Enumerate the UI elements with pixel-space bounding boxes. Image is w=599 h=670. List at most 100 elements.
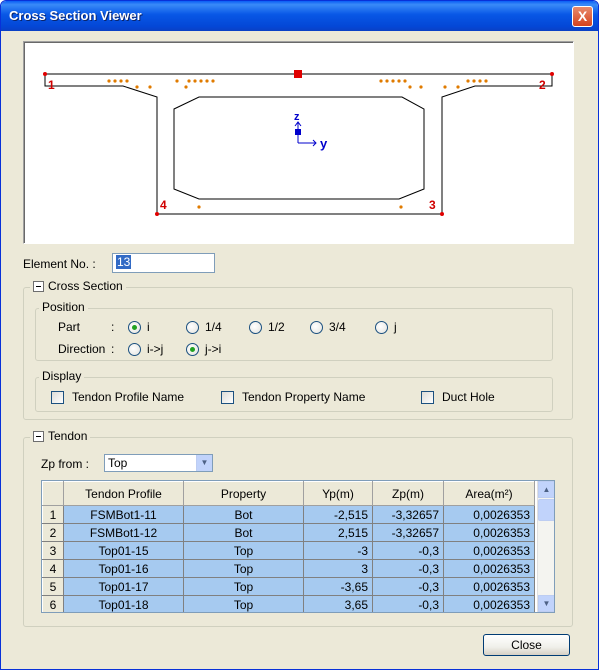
direction-label: Direction xyxy=(58,342,106,356)
part-radio-i[interactable] xyxy=(128,321,141,334)
row-number[interactable]: 5 xyxy=(42,577,64,596)
column-header-zp[interactable]: Zp(m) xyxy=(372,481,444,506)
zp-from-select[interactable]: Top ▼ xyxy=(104,454,213,472)
cross-section-group: Cross Section Position Part : i 1/4 1/2 … xyxy=(23,279,573,420)
close-window-icon[interactable]: X xyxy=(572,6,593,27)
cell-area[interactable]: 0,0026353 xyxy=(443,577,535,596)
collapse-icon[interactable] xyxy=(33,280,44,292)
cell-yp[interactable]: 2,515 xyxy=(303,523,373,542)
cell-tendon-profile[interactable]: Top01-17 xyxy=(63,577,184,596)
position-group: Position Part : i 1/4 1/2 3/4 j Directio… xyxy=(35,300,553,361)
scroll-down-icon[interactable]: ▼ xyxy=(538,595,554,612)
cell-area[interactable]: 0,0026353 xyxy=(443,595,535,612)
element-no-input[interactable]: 13 xyxy=(112,253,215,273)
cell-zp[interactable]: -3,32657 xyxy=(372,523,444,542)
display-title: Display xyxy=(42,369,82,383)
display-header: Display xyxy=(39,369,85,383)
part-option-quarter[interactable]: 1/4 xyxy=(205,320,222,334)
table-row[interactable]: 1 FSMBot1-11 Bot -2,515 -3,32657 0,00263… xyxy=(42,505,535,524)
part-option-three-quarter[interactable]: 3/4 xyxy=(329,320,346,334)
tendon-group-top-left xyxy=(107,79,215,89)
node-marker xyxy=(550,72,554,76)
zp-from-label: Zp from : xyxy=(41,457,90,471)
cell-property[interactable]: Bot xyxy=(183,505,304,524)
chevron-down-icon[interactable]: ▼ xyxy=(196,455,212,471)
part-radio-three-quarter[interactable] xyxy=(310,321,323,334)
table-row[interactable]: 3 Top01-15 Top -3 -0,3 0,0026353 xyxy=(42,541,535,560)
dialog-body: 1 2 3 4 z y Element No. : 13 Cross Secti… xyxy=(4,31,595,667)
direction-option-j-to-i[interactable]: j->i xyxy=(205,342,221,356)
cell-yp[interactable]: -3 xyxy=(303,541,373,560)
row-number[interactable]: 3 xyxy=(42,541,64,560)
direction-radio-i-to-j[interactable] xyxy=(128,343,141,356)
cross-section-viewer-window: Cross Section Viewer X 1 2 3 4 z y Eleme… xyxy=(0,0,599,670)
section-viewport[interactable]: 1 2 3 4 z y xyxy=(23,41,574,244)
cell-zp[interactable]: -0,3 xyxy=(372,577,444,596)
cell-property[interactable]: Top xyxy=(183,559,304,578)
tendon-header[interactable]: Tendon xyxy=(30,429,91,443)
corner-label-2: 2 xyxy=(539,78,546,92)
tendon-property-name-label[interactable]: Tendon Property Name xyxy=(242,390,365,404)
tendon-table[interactable]: Tendon Profile Property Yp(m) Zp(m) Area… xyxy=(41,480,555,613)
cell-yp[interactable]: 3,65 xyxy=(303,595,373,612)
table-row[interactable]: 4 Top01-16 Top 3 -0,3 0,0026353 xyxy=(42,559,535,578)
part-option-i[interactable]: i xyxy=(147,320,150,334)
cell-zp[interactable]: -3,32657 xyxy=(372,505,444,524)
column-header-tendon-profile[interactable]: Tendon Profile xyxy=(63,481,184,506)
direction-radio-j-to-i[interactable] xyxy=(186,343,199,356)
axis-z-label: z xyxy=(294,111,300,123)
cell-tendon-profile[interactable]: Top01-15 xyxy=(63,541,184,560)
part-radio-j[interactable] xyxy=(375,321,388,334)
tendon-profile-name-label[interactable]: Tendon Profile Name xyxy=(72,390,184,404)
cross-section-header[interactable]: Cross Section xyxy=(30,279,126,293)
table-row[interactable]: 6 Top01-18 Top 3,65 -0,3 0,0026353 xyxy=(42,595,535,612)
row-number[interactable]: 6 xyxy=(42,595,64,612)
cell-area[interactable]: 0,0026353 xyxy=(443,523,535,542)
row-number-header xyxy=(42,481,64,506)
part-radio-quarter[interactable] xyxy=(186,321,199,334)
cell-property[interactable]: Top xyxy=(183,541,304,560)
position-header: Position xyxy=(39,300,88,314)
cell-tendon-profile[interactable]: Top01-18 xyxy=(63,595,184,612)
table-row[interactable]: 5 Top01-17 Top -3,65 -0,3 0,0026353 xyxy=(42,577,535,596)
scroll-up-icon[interactable]: ▲ xyxy=(538,481,554,498)
cell-tendon-profile[interactable]: FSMBot1-12 xyxy=(63,523,184,542)
duct-hole-checkbox[interactable] xyxy=(421,391,434,404)
cell-zp[interactable]: -0,3 xyxy=(372,541,444,560)
node-marker xyxy=(440,212,444,216)
part-option-half[interactable]: 1/2 xyxy=(268,320,285,334)
top-node-marker xyxy=(294,70,302,78)
cell-property[interactable]: Bot xyxy=(183,523,304,542)
cell-yp[interactable]: 3 xyxy=(303,559,373,578)
scroll-thumb[interactable] xyxy=(538,499,554,521)
cell-yp[interactable]: -2,515 xyxy=(303,505,373,524)
cell-area[interactable]: 0,0026353 xyxy=(443,541,535,560)
cell-property[interactable]: Top xyxy=(183,577,304,596)
direction-option-i-to-j[interactable]: i->j xyxy=(147,342,163,356)
title-bar[interactable]: Cross Section Viewer X xyxy=(1,1,598,31)
cell-tendon-profile[interactable]: Top01-16 xyxy=(63,559,184,578)
cell-tendon-profile[interactable]: FSMBot1-11 xyxy=(63,505,184,524)
column-header-yp[interactable]: Yp(m) xyxy=(303,481,373,506)
cell-zp[interactable]: -0,3 xyxy=(372,595,444,612)
part-radio-half[interactable] xyxy=(249,321,262,334)
collapse-icon[interactable] xyxy=(33,430,44,442)
cell-area[interactable]: 0,0026353 xyxy=(443,505,535,524)
row-number[interactable]: 2 xyxy=(42,523,64,542)
table-scrollbar[interactable]: ▲ ▼ xyxy=(537,481,554,612)
cell-yp[interactable]: -3,65 xyxy=(303,577,373,596)
cell-property[interactable]: Top xyxy=(183,595,304,612)
column-header-area[interactable]: Area(m²) xyxy=(443,481,535,506)
cell-area[interactable]: 0,0026353 xyxy=(443,559,535,578)
tendon-property-name-checkbox[interactable] xyxy=(221,391,234,404)
duct-hole-label[interactable]: Duct Hole xyxy=(442,390,495,404)
tendon-bottom-left xyxy=(197,205,201,209)
column-header-property[interactable]: Property xyxy=(183,481,304,506)
part-option-j[interactable]: j xyxy=(394,320,397,334)
tendon-profile-name-checkbox[interactable] xyxy=(51,391,64,404)
cell-zp[interactable]: -0,3 xyxy=(372,559,444,578)
row-number[interactable]: 4 xyxy=(42,559,64,578)
close-button[interactable]: Close xyxy=(483,634,570,656)
row-number[interactable]: 1 xyxy=(42,505,64,524)
table-row[interactable]: 2 FSMBot1-12 Bot 2,515 -3,32657 0,002635… xyxy=(42,523,535,542)
